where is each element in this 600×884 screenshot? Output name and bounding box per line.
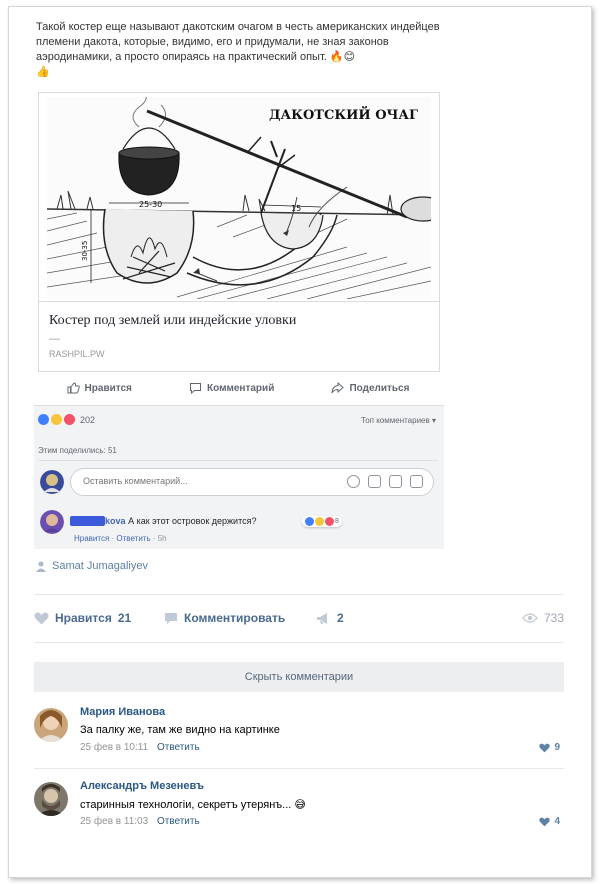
comment-icon [165, 612, 177, 624]
speech-bubble-icon [190, 383, 201, 394]
fb-comment-reactions[interactable]: 8 [302, 516, 342, 527]
laugh-reaction-icon [315, 517, 324, 526]
vk-comment-like-count: 9 [554, 742, 560, 753]
fb-comment-time: 5h [157, 534, 167, 543]
fire-emoji-icon: 🔥 [329, 51, 344, 63]
fb-comment-box-icons [347, 475, 423, 488]
fb-commenter-name[interactable]: xxxxxxxkova [70, 516, 126, 526]
vk-comment-reply-link[interactable]: Ответить [157, 816, 200, 827]
hide-comments-button[interactable]: Скрыть комментарии [34, 662, 564, 692]
thumbs-up-emoji-icon: 👍 [36, 66, 50, 78]
vk-views: 733 [522, 611, 564, 625]
vk-share-button[interactable]: 2 [316, 611, 344, 625]
emoji-icon[interactable] [347, 475, 360, 488]
fb-like-button[interactable]: Нравится [67, 382, 132, 394]
card-source: RASHPIL.PW [49, 349, 105, 359]
card-divider [39, 301, 439, 302]
vk-comment-text: За палку же, там же видно на картинке [80, 724, 280, 736]
megaphone-icon [317, 612, 327, 624]
fb-share-button[interactable]: Поделиться [331, 382, 409, 394]
commenter-avatar[interactable] [34, 708, 68, 742]
love-reaction-icon [64, 414, 75, 425]
heart-icon [539, 817, 551, 826]
fb-comment: xxxxxxxkova А как этот островок держится… [70, 516, 256, 526]
camera-icon[interactable] [368, 475, 381, 488]
fb-comment-input[interactable] [81, 475, 305, 487]
vk-comment-button[interactable]: Комментировать [164, 611, 285, 625]
post-author-name[interactable]: Samat Jumagaliyev [52, 560, 148, 572]
vk-comment-like-button[interactable]: 9 [539, 742, 560, 753]
fb-comment-meta: Нравится · Ответить · 5h [74, 534, 167, 543]
card-dash: — [49, 333, 60, 345]
vk-comment-item: Александръ Мезеневъ старинныя технологіи… [34, 776, 564, 840]
user-icon [36, 561, 46, 572]
vk-comment-like-count: 4 [554, 816, 560, 827]
vk-commenter-name[interactable]: Александръ Мезеневъ [80, 780, 204, 792]
fb-reactions-summary[interactable]: 202 [38, 414, 95, 425]
eye-icon [522, 613, 538, 623]
illustration-title: ДАКОТСКИЙ ОЧАГ [269, 106, 418, 123]
card-title[interactable]: Костер под землей или индейские уловки [49, 313, 296, 329]
fb-action-bar: Нравится Комментарий Поделиться [38, 378, 438, 398]
fb-comment-reactions-count: 8 [335, 518, 339, 525]
fb-shared-count[interactable]: Этим поделились: 51 [38, 446, 117, 455]
love-reaction-icon [325, 517, 334, 526]
sticker-icon[interactable] [410, 475, 423, 488]
svg-text:25-30: 25-30 [139, 200, 162, 209]
vk-comment-reply-link[interactable]: Ответить [157, 742, 200, 753]
vk-comment-date[interactable]: 25 фев в 10:11 [80, 742, 148, 753]
fb-like-label: Нравится [84, 382, 132, 394]
heart-icon [34, 612, 49, 624]
vk-comment-meta: 25 фев в 10:11 Ответить [80, 742, 200, 753]
fb-share-label: Поделиться [349, 382, 410, 394]
dakota-fire-pit-illustration: ДАКОТСКИЙ ОЧАГ 25-30 15 30-35 [47, 97, 431, 299]
smile-emoji-icon: 😊 [343, 51, 356, 63]
fb-divider [38, 460, 438, 461]
vk-action-bar: Нравится 21 Комментировать 2 733 [34, 609, 564, 629]
fb-comments-section: 202 Топ комментариев ▾ Этим поделились: … [34, 405, 444, 549]
vk-commenter-name[interactable]: Мария Иванова [80, 706, 165, 718]
vk-comment-text: старинныя технологіи, секретъ утерянъ...… [80, 799, 306, 811]
fb-comment-input-box[interactable] [70, 468, 434, 496]
post-text: Такой костер еще называют дакотским очаг… [36, 20, 456, 80]
wow-reaction-icon [51, 414, 62, 425]
fb-comment-reply-link[interactable]: Ответить [116, 534, 150, 543]
like-reaction-icon [305, 517, 314, 526]
embarrassed-emoji-icon: 😅 [294, 799, 306, 811]
svg-text:15: 15 [291, 204, 301, 213]
post-author-line: Samat Jumagaliyev [36, 560, 148, 572]
vk-views-count: 733 [543, 611, 564, 625]
vk-comment-item: Мария Иванова За палку же, там же видно … [34, 702, 564, 766]
vk-like-label: Нравится [55, 611, 112, 625]
vk-comment-label: Комментировать [184, 611, 286, 625]
vk-comment-like-button[interactable]: 4 [539, 816, 560, 827]
fb-reactions-count: 202 [80, 414, 96, 425]
gif-icon[interactable] [389, 475, 402, 488]
fb-comment-like-link[interactable]: Нравится [74, 534, 109, 543]
shared-link-card[interactable]: ДАКОТСКИЙ ОЧАГ 25-30 15 30-35 Костер под… [38, 92, 440, 372]
vk-divider [34, 768, 564, 769]
vk-divider [34, 594, 564, 595]
thumbs-up-icon [67, 382, 80, 394]
heart-icon [539, 743, 551, 752]
vk-like-button[interactable]: Нравится 21 [34, 611, 131, 625]
vk-share-count: 2 [337, 611, 344, 625]
fb-comment-button[interactable]: Комментарий [189, 382, 274, 394]
vk-like-count: 21 [117, 611, 132, 625]
vk-comment-meta: 25 фев в 11:03 Ответить [80, 816, 200, 827]
commenter-avatar[interactable] [40, 510, 64, 534]
fb-comment-text: А как этот островок держится? [128, 516, 257, 526]
commenter-avatar[interactable] [34, 782, 68, 816]
fb-top-comments-dropdown[interactable]: Топ комментариев ▾ [361, 416, 436, 425]
post-text-body: Такой костер еще называют дакотским очаг… [36, 21, 440, 63]
vk-divider [34, 642, 564, 643]
svg-text:30-35: 30-35 [81, 241, 89, 261]
fb-comment-label: Комментарий [207, 382, 275, 394]
share-arrow-icon [331, 382, 345, 394]
current-user-avatar [40, 470, 64, 494]
like-reaction-icon [38, 414, 49, 425]
vk-comment-date[interactable]: 25 фев в 11:03 [80, 816, 148, 827]
